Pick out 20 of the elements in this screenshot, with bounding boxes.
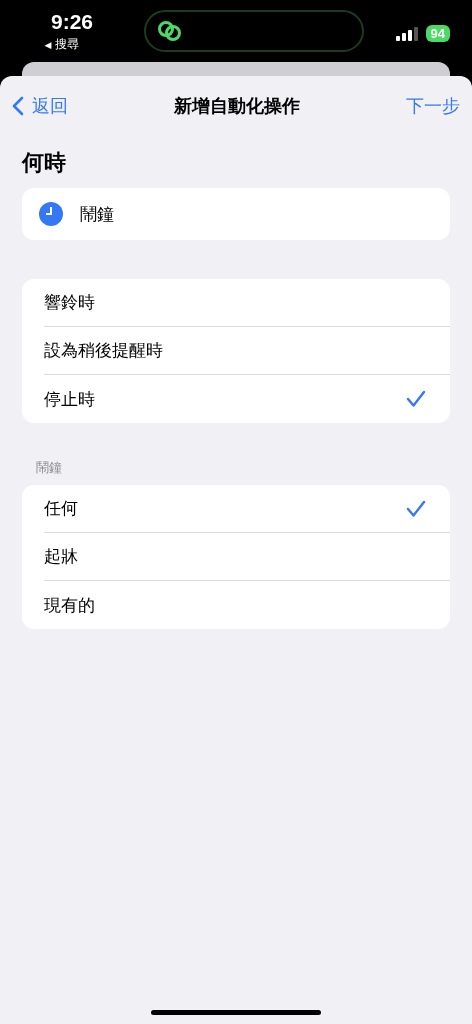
back-button[interactable]: 返回 <box>12 94 68 118</box>
nav-title: 新增自動化操作 <box>174 94 300 118</box>
clock-icon <box>38 201 64 227</box>
link-icon <box>155 19 184 43</box>
signal-icon <box>395 26 418 41</box>
option-row[interactable]: 響鈴時 <box>44 279 450 327</box>
option-row[interactable]: 任何 <box>44 485 450 533</box>
option-row[interactable]: 停止時 <box>44 375 450 423</box>
back-arrow[interactable]: ◀ <box>44 39 52 50</box>
trigger-row[interactable]: 鬧鐘 <box>22 188 450 240</box>
battery-indicator: 94 <box>425 25 450 42</box>
chevron-left-icon <box>12 96 24 116</box>
option-row[interactable]: 設為稍後提醒時 <box>44 327 450 375</box>
back-app-link[interactable]: 搜尋 <box>55 36 80 53</box>
option-row[interactable]: 現有的 <box>44 581 450 629</box>
option-row[interactable]: 起牀 <box>44 533 450 581</box>
section-header: 鬧鐘 <box>36 459 63 477</box>
section-heading: 何時 <box>22 149 67 177</box>
status-time: 9:26 <box>51 10 93 34</box>
next-button[interactable]: 下一步 <box>406 94 460 118</box>
